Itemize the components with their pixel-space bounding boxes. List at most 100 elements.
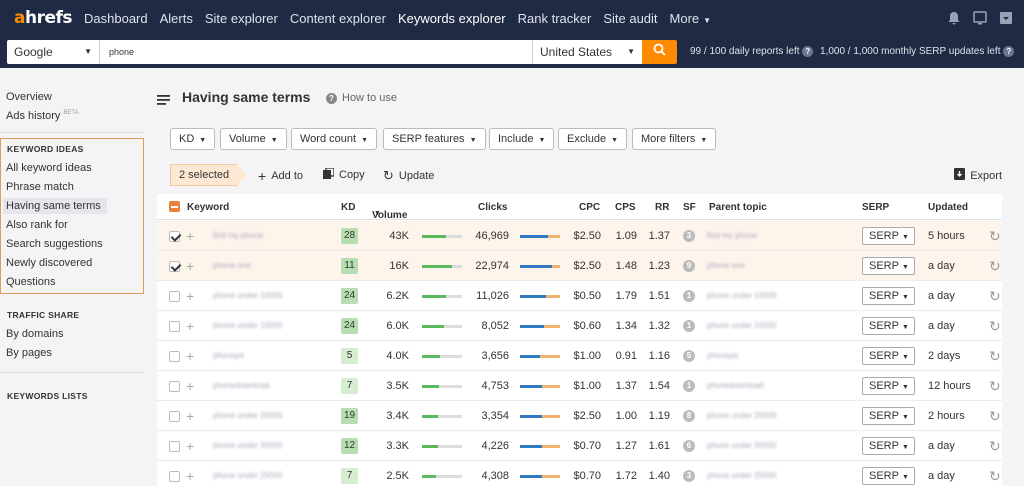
refresh-icon[interactable]: ↻ [989,258,1001,275]
help-icon[interactable]: ? [1003,46,1015,57]
parent-topic-cell[interactable]: find my phone [707,231,757,240]
serp-features-badge[interactable]: 3 [683,230,695,242]
refresh-icon[interactable]: ↻ [989,438,1001,455]
table-row[interactable]: + phone under 10000 24 6.2K 11,026 $0.50 1.79 1… [157,281,1002,311]
filter-kd[interactable]: KD ▼ [170,128,216,150]
add-keyword-icon[interactable]: + [186,378,194,394]
sidebar-item-questions[interactable]: Questions [6,276,56,288]
serp-features-badge[interactable]: 3 [683,470,695,482]
refresh-icon[interactable]: ↻ [989,468,1001,485]
parent-topic-cell[interactable]: phone under 20000 [707,411,776,420]
table-row[interactable]: + find my phone 28 43K 46,969 $2.50 1.09 1.37 3 f… [157,221,1002,251]
add-keyword-icon[interactable]: + [186,468,194,484]
select-all-checkbox[interactable] [169,201,180,212]
header-updated[interactable]: Updated [928,202,968,213]
table-row[interactable]: + phonedownload 7 3.5K 4,753 $1.00 1.37 1.54 1 ph… [157,371,1002,401]
table-row[interactable]: + phone under 30000 12 3.3K 4,226 $0.70 1.27 1.… [157,431,1002,461]
sidebar-item-search-suggestions[interactable]: Search suggestions [6,238,103,250]
header-kd[interactable]: KD [341,202,355,213]
serp-features-badge[interactable]: 6 [683,440,695,452]
keyword-cell[interactable]: phonedownload [213,381,270,390]
row-checkbox[interactable] [169,291,180,302]
nav-site-audit[interactable]: Site audit [603,11,657,26]
serp-features-badge[interactable]: 1 [683,320,695,332]
keyword-cell[interactable]: phone under 25000 [213,471,282,480]
serp-dropdown[interactable]: SERP ▼ [862,437,915,455]
sidebar-item-newly-discovered[interactable]: Newly discovered [6,257,92,269]
header-cpc[interactable]: CPC [579,202,600,213]
serp-dropdown[interactable]: SERP ▼ [862,347,915,365]
refresh-icon[interactable]: ↻ [989,378,1001,395]
nav-more[interactable]: More ▼ [670,11,712,26]
sidebar-item-all-keyword-ideas[interactable]: All keyword ideas [6,162,92,174]
add-keyword-icon[interactable]: + [186,228,194,244]
country-select[interactable]: United States ▼ [532,40,642,64]
serp-dropdown[interactable]: SERP ▼ [862,287,915,305]
copy-button[interactable]: Copy [323,167,365,182]
parent-topic-cell[interactable]: phone under 15000 [707,321,776,330]
row-checkbox[interactable] [169,411,180,422]
header-sf[interactable]: SF [683,202,696,213]
table-row[interactable]: + phone one 11 16K 22,974 $2.50 1.48 1.23 9 phone… [157,251,1002,281]
keyword-cell[interactable]: find my phone [213,231,263,240]
header-clicks[interactable]: Clicks [478,202,507,213]
keyword-cell[interactable]: phone one [213,261,251,270]
bell-icon[interactable] [946,10,962,26]
filter-volume[interactable]: Volume ▼ [220,128,287,150]
search-engine-select[interactable]: Google ▼ [7,40,100,64]
header-rr[interactable]: RR [655,202,669,213]
nav-alerts[interactable]: Alerts [160,11,193,26]
refresh-icon[interactable]: ↻ [989,408,1001,425]
nav-keywords-explorer[interactable]: Keywords explorer [398,11,506,26]
sidebar-item-also-rank-for[interactable]: Also rank for [6,219,68,231]
keyword-search-input[interactable] [100,40,532,64]
serp-features-badge[interactable]: 1 [683,290,695,302]
keyword-cell[interactable]: phone under 10000 [213,291,282,300]
keyword-cell[interactable]: phone under 20000 [213,411,282,420]
row-checkbox[interactable] [169,441,180,452]
parent-topic-cell[interactable]: phonedownload [707,381,764,390]
header-cps[interactable]: CPS [615,202,636,213]
sidebar-item-by-pages[interactable]: By pages [6,347,52,359]
parent-topic-cell[interactable]: phone one [707,261,745,270]
add-keyword-icon[interactable]: + [186,408,194,424]
refresh-icon[interactable]: ↻ [989,228,1001,245]
row-checkbox[interactable] [169,351,180,362]
add-keyword-icon[interactable]: + [186,318,194,334]
keyword-cell[interactable]: phone under 15000 [213,321,282,330]
refresh-icon[interactable]: ↻ [989,348,1001,365]
parent-topic-cell[interactable]: phonepe [707,351,738,360]
nav-site-explorer[interactable]: Site explorer [205,11,278,26]
header-keyword[interactable]: Keyword [187,202,229,213]
monitor-icon[interactable] [972,10,988,26]
row-checkbox[interactable] [169,231,180,242]
add-keyword-icon[interactable]: + [186,288,194,304]
nav-dashboard[interactable]: Dashboard [84,11,148,26]
serp-dropdown[interactable]: SERP ▼ [862,227,915,245]
keyword-cell[interactable]: phone under 30000 [213,441,282,450]
ahrefs-logo[interactable]: ahrefs [14,8,73,28]
serp-features-badge[interactable]: 8 [683,410,695,422]
row-checkbox[interactable] [169,321,180,332]
how-to-use-link[interactable]: ? How to use [326,92,397,104]
add-keyword-icon[interactable]: + [186,258,194,274]
row-checkbox[interactable] [169,381,180,392]
filter-more-filters[interactable]: More filters ▼ [632,128,717,150]
table-row[interactable]: + phone under 25000 7 2.5K 4,308 $0.70 1.72 1.4… [157,461,1002,486]
serp-dropdown[interactable]: SERP ▼ [862,257,915,275]
sidebar-overview[interactable]: Overview [6,91,52,103]
filter-serp-features[interactable]: SERP features ▼ [383,128,486,150]
serp-dropdown[interactable]: SERP ▼ [862,317,915,335]
search-button[interactable] [642,40,677,64]
help-icon[interactable]: ? [802,46,814,57]
keyword-cell[interactable]: phonepe [213,351,244,360]
table-row[interactable]: + phone under 15000 24 6.0K 8,052 $0.60 1.34 1.… [157,311,1002,341]
nav-content-explorer[interactable]: Content explorer [290,11,386,26]
parent-topic-cell[interactable]: phone under 25000 [707,471,776,480]
serp-dropdown[interactable]: SERP ▼ [862,377,915,395]
serp-features-badge[interactable]: 5 [683,350,695,362]
row-checkbox[interactable] [169,471,180,482]
nav-rank-tracker[interactable]: Rank tracker [518,11,592,26]
update-button[interactable]: ↻ Update [383,168,434,184]
header-parent-topic[interactable]: Parent topic [709,202,767,213]
